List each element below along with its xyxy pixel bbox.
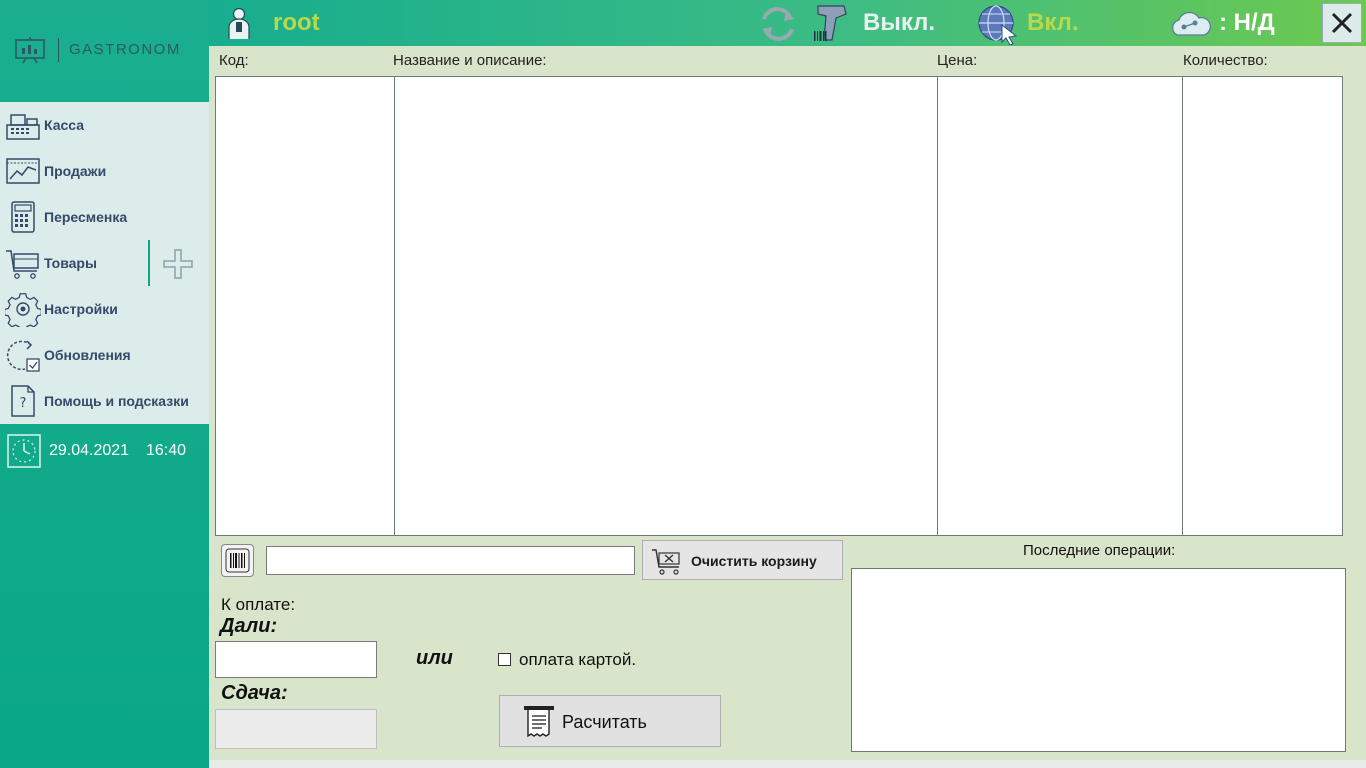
barcode-scanner-icon[interactable] xyxy=(810,3,852,45)
user-icon xyxy=(228,7,250,39)
sidebar-item-settings[interactable]: Настройки xyxy=(0,286,209,332)
sidebar-item-label: Пересменка xyxy=(44,209,128,225)
column-header-code: Код: xyxy=(219,52,249,69)
column-header-name: Название и описание: xyxy=(393,52,547,69)
sidebar-item-updates[interactable]: Обновления xyxy=(0,332,209,378)
clear-cart-label: Очистить корзину xyxy=(691,553,817,569)
card-payment-label[interactable]: оплата картой. xyxy=(519,650,636,670)
cart-clear-icon xyxy=(652,549,680,575)
column-divider xyxy=(937,77,938,535)
recent-operations-label: Последние операции: xyxy=(1023,542,1176,559)
internet-globe-icon[interactable] xyxy=(976,3,1020,45)
sidebar: GASTRONOM Касса Продажи Пересменка Товар… xyxy=(0,0,209,768)
column-header-quantity: Количество: xyxy=(1183,52,1268,69)
change-label: Сдача: xyxy=(221,682,288,704)
clear-cart-button[interactable]: Очистить корзину xyxy=(642,540,843,580)
calculator-icon xyxy=(11,201,35,233)
logo-area: GASTRONOM xyxy=(0,0,209,102)
cash-register-icon xyxy=(6,114,40,140)
given-label: Дали: xyxy=(220,615,278,637)
sidebar-item-label: Помощь и подсказки xyxy=(44,393,189,409)
gear-icon xyxy=(5,293,41,327)
status-strip xyxy=(209,760,1366,768)
or-label: или xyxy=(416,647,453,669)
clock-icon xyxy=(7,434,41,468)
date-text: 29.04.2021 xyxy=(49,442,130,459)
sidebar-item-goods[interactable]: Товары xyxy=(0,240,148,286)
logo-separator xyxy=(58,38,59,62)
close-button[interactable] xyxy=(1322,3,1362,43)
update-icon xyxy=(6,340,40,372)
cart-table[interactable] xyxy=(215,76,1343,536)
card-payment-checkbox[interactable] xyxy=(498,653,511,666)
sidebar-item-sales[interactable]: Продажи xyxy=(0,148,209,194)
sales-chart-icon xyxy=(6,158,40,184)
sidebar-item-cash[interactable]: Касса xyxy=(0,102,209,148)
logo-icon xyxy=(15,37,45,64)
goods-cart-icon xyxy=(6,250,39,279)
sync-icon[interactable] xyxy=(756,3,800,45)
internet-status: Вкл. xyxy=(1027,9,1079,36)
sidebar-item-label: Касса xyxy=(44,117,85,133)
barcode-input[interactable] xyxy=(266,546,635,575)
user-name: root xyxy=(273,9,320,36)
sidebar-item-help[interactable]: ? Помощь и подсказки xyxy=(0,378,209,424)
change-amount-field xyxy=(215,709,377,749)
time-text: 16:40 xyxy=(146,442,187,459)
given-amount-input[interactable] xyxy=(215,641,377,678)
add-goods-plus-icon[interactable] xyxy=(162,248,194,280)
calculate-button[interactable]: Расчитать xyxy=(499,695,721,747)
scanner-status: Выкл. xyxy=(863,9,936,36)
sidebar-item-label: Обновления xyxy=(44,347,131,363)
sidebar-item-shift[interactable]: Пересменка xyxy=(0,194,209,240)
to-pay-label: К оплате: xyxy=(221,595,296,614)
close-icon xyxy=(1331,12,1353,34)
sidebar-item-label: Продажи xyxy=(44,163,107,179)
sidebar-item-label: Товары xyxy=(44,255,97,271)
column-header-price: Цена: xyxy=(937,52,978,69)
column-divider xyxy=(394,77,395,535)
recent-operations-list[interactable] xyxy=(851,568,1346,752)
help-document-icon: ? xyxy=(11,385,35,417)
calculate-label: Расчитать xyxy=(562,712,647,732)
sidebar-item-label: Настройки xyxy=(44,301,118,317)
svg-text:?: ? xyxy=(20,396,27,411)
column-divider xyxy=(1182,77,1183,535)
cloud-status: : Н/Д xyxy=(1219,9,1275,36)
logo-text: GASTRONOM xyxy=(69,41,181,58)
goods-separator xyxy=(148,240,150,286)
cloud-icon[interactable] xyxy=(1168,5,1212,43)
receipt-icon xyxy=(524,706,554,738)
barcode-glyph-icon xyxy=(225,548,250,573)
barcode-icon[interactable] xyxy=(221,544,254,577)
